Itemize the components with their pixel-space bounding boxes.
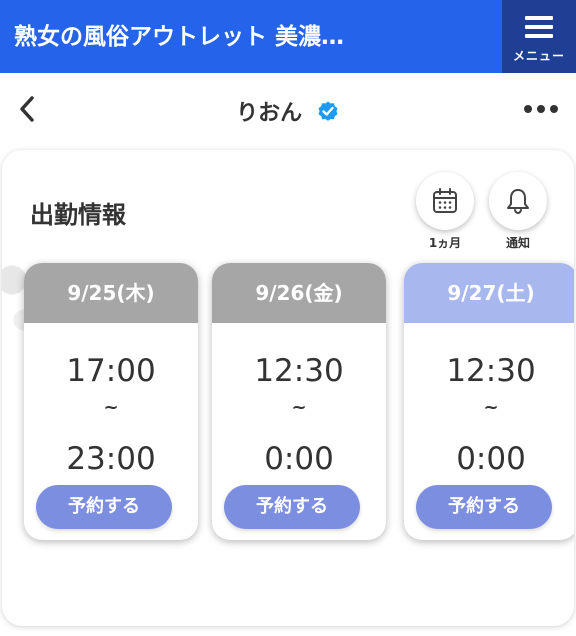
reserve-button[interactable]: 予約する <box>416 485 552 529</box>
verified-badge-icon <box>318 101 338 121</box>
schedule-panel: 出勤情報 1ヵ月 通知 9/25(木) 17:00 ~ 23:00 予約する 9… <box>2 150 574 626</box>
notify-label: 通知 <box>505 236 530 250</box>
shift-card: 9/25(木) 17:00 ~ 23:00 予約する <box>24 263 198 540</box>
dot-icon <box>537 105 545 113</box>
month-label: 1ヵ月 <box>428 236 462 250</box>
site-header: 熟女の風俗アウトレット 美濃… メニュー <box>0 0 576 73</box>
shift-end: 0:00 <box>456 441 526 477</box>
shift-separator: ~ <box>483 397 499 418</box>
reserve-button[interactable]: 予約する <box>36 485 172 529</box>
more-options-button[interactable] <box>524 103 560 115</box>
shift-separator: ~ <box>291 397 307 418</box>
shift-end: 23:00 <box>66 441 156 477</box>
calendar-button[interactable] <box>416 172 474 230</box>
shift-separator: ~ <box>103 397 119 418</box>
site-title[interactable]: 熟女の風俗アウトレット 美濃… <box>14 18 344 56</box>
shift-start: 12:30 <box>254 353 344 389</box>
profile-header: りおん <box>0 73 576 145</box>
calendar-icon <box>433 188 457 213</box>
profile-name-row: りおん <box>0 95 576 127</box>
dot-icon <box>550 105 558 113</box>
shift-date: 9/25(木) <box>24 263 198 323</box>
bell-icon <box>507 189 529 215</box>
shift-date: 9/26(金) <box>212 263 386 323</box>
shift-card: 9/26(金) 12:30 ~ 0:00 予約する <box>212 263 386 540</box>
notify-button[interactable] <box>489 172 547 230</box>
menu-button[interactable]: メニュー <box>502 0 576 73</box>
dot-icon <box>524 105 532 113</box>
hamburger-icon <box>525 16 553 38</box>
reserve-button[interactable]: 予約する <box>224 485 360 529</box>
shift-start: 17:00 <box>66 353 156 389</box>
shift-start: 12:30 <box>446 353 536 389</box>
shift-card: 9/27(土) 12:30 ~ 0:00 予約する <box>404 263 574 540</box>
shift-end: 0:00 <box>264 441 334 477</box>
section-title: 出勤情報 <box>30 201 126 229</box>
shift-date: 9/27(土) <box>404 263 574 323</box>
menu-label: メニュー <box>512 49 565 63</box>
profile-name: りおん <box>236 101 303 126</box>
